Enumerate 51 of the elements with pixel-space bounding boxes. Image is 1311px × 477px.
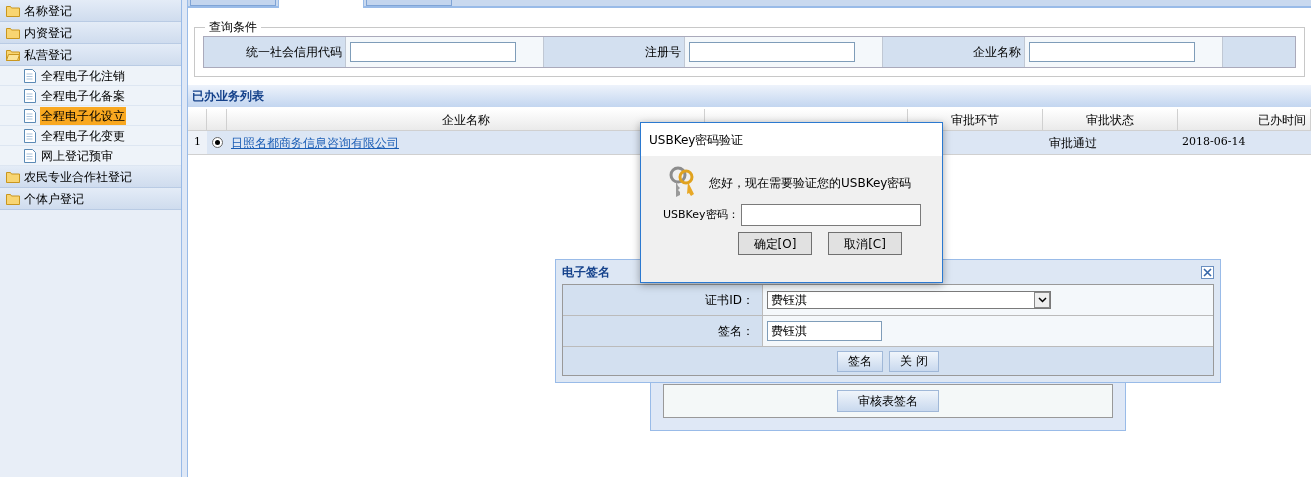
close-button[interactable]: 关 闭 — [889, 350, 939, 372]
field-label: 企业名称 — [883, 37, 1025, 67]
folder-icon — [6, 4, 20, 17]
document-icon — [24, 108, 36, 123]
certificate-select[interactable]: 费钰淇 — [767, 291, 1051, 309]
document-icon — [24, 128, 36, 143]
open-folder-icon — [6, 48, 20, 61]
sidebar-group[interactable]: 名称登记 — [0, 0, 181, 22]
table-cell-text: 审批通过 — [1049, 134, 1097, 152]
column-header: 审批状态 — [1043, 109, 1178, 130]
tab[interactable] — [278, 0, 364, 8]
company-link[interactable]: 日照名都商务信息咨询有限公司 — [231, 133, 399, 152]
field-label: 证书ID： — [563, 285, 763, 315]
sidebar-group[interactable]: 个体户登记 — [0, 188, 181, 210]
document-icon — [24, 68, 36, 83]
column-header: 已办时间 — [1178, 109, 1311, 130]
keys-icon — [667, 166, 697, 200]
signature-field[interactable]: 费钰淇 — [767, 321, 882, 341]
sign-button[interactable]: 签名 — [837, 350, 884, 372]
folder-icon — [6, 26, 20, 39]
field-label: 注册号 — [543, 37, 686, 67]
table-title: 已办业务列表 — [188, 85, 1311, 107]
document-icon — [24, 88, 36, 103]
password-label: USBKey密码： — [663, 206, 739, 223]
sidebar-item[interactable]: 全程电子化设立 — [40, 106, 126, 125]
radio-button[interactable] — [211, 137, 223, 148]
field-label: 统一社会信用代码 — [204, 37, 346, 67]
chevron-down-icon — [1034, 292, 1050, 308]
folder-icon — [6, 192, 20, 205]
document-icon — [24, 148, 36, 163]
sidebar-group[interactable]: 农民专业合作社登记 — [0, 166, 181, 188]
sidebar-group[interactable]: 内资登记 — [0, 22, 181, 44]
query-legend: 查询条件 — [205, 18, 261, 36]
table-cell: 2018-06-14 — [1182, 134, 1246, 151]
search-field[interactable] — [349, 42, 516, 62]
dialog-title: 电子签名 — [562, 264, 610, 281]
sidebar-group[interactable]: 私营登记 — [0, 44, 181, 66]
tab[interactable] — [190, 0, 276, 6]
field-label: 签名： — [563, 316, 763, 346]
search-field[interactable] — [689, 42, 856, 62]
password-field[interactable] — [740, 204, 921, 226]
search-field[interactable] — [1029, 42, 1195, 62]
cancel-button[interactable]: 取消[C] — [828, 232, 902, 255]
dialog-title: USBKey密码验证 — [649, 131, 744, 149]
row-number: 1 — [188, 131, 207, 154]
dialog-message: 您好，现在需要验证您的USBKey密码 — [709, 175, 912, 192]
ok-button[interactable]: 确定[O] — [738, 232, 812, 255]
audit-sign-button[interactable]: 审核表签名 — [837, 390, 939, 412]
close-icon[interactable] — [1201, 265, 1214, 279]
tab[interactable] — [366, 0, 452, 6]
folder-icon — [6, 170, 20, 183]
